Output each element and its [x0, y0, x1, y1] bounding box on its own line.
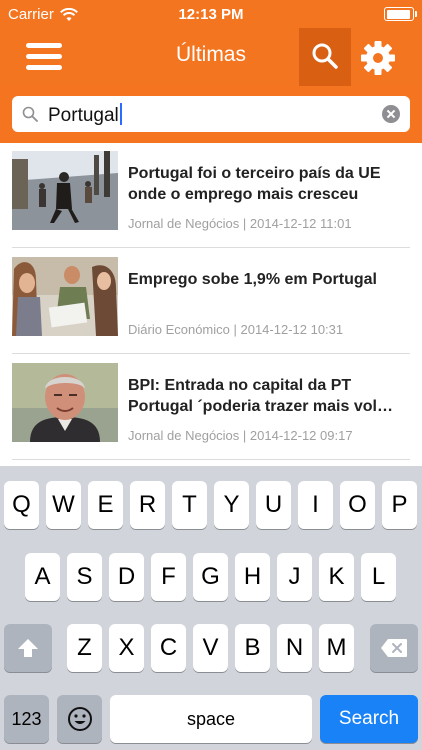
divider [12, 247, 410, 248]
key-g[interactable]: G [193, 553, 228, 601]
key-a[interactable]: A [25, 553, 60, 601]
article-title: BPI: Entrada no capital da PT Portugal ´… [128, 377, 393, 415]
list-item[interactable]: Emprego sobe 1,9% em Portugal Diário Eco… [0, 249, 422, 354]
key-t[interactable]: T [172, 481, 207, 529]
numbers-key[interactable]: 123 [4, 695, 49, 743]
search-value-wrap: Portugal [48, 103, 122, 127]
header: Carrier 12:13 PM Últimas [0, 0, 422, 86]
article-source: Diário Económico [128, 322, 230, 337]
key-b[interactable]: B [235, 624, 270, 672]
key-o[interactable]: O [340, 481, 375, 529]
key-z[interactable]: Z [67, 624, 102, 672]
gear-icon[interactable] [360, 40, 396, 76]
key-u[interactable]: U [256, 481, 291, 529]
shift-key[interactable] [4, 624, 52, 672]
article-meta: Jornal de Negócios | 2014-12-12 11:01 [128, 216, 352, 231]
search-bar: Portugal [0, 86, 422, 143]
divider [12, 459, 410, 460]
article-meta: Jornal de Negócios | 2014-12-12 09:17 [128, 428, 353, 443]
key-h[interactable]: H [235, 553, 270, 601]
battery-fill [386, 9, 411, 19]
key-y[interactable]: Y [214, 481, 249, 529]
search-key[interactable]: Search [320, 695, 418, 743]
magnifier-icon [22, 106, 38, 122]
list-item[interactable]: BPI: Entrada no capital da PT Portugal ´… [0, 355, 422, 460]
status-time: 12:13 PM [178, 6, 244, 23]
emoji-key[interactable] [57, 695, 102, 743]
key-q[interactable]: Q [4, 481, 39, 529]
article-title: Portugal foi o terceiro país da UE onde … [128, 165, 381, 203]
article-source: Jornal de Negócios [128, 216, 240, 231]
search-icon [312, 43, 338, 69]
article-meta: Diário Económico | 2014-12-12 10:31 [128, 322, 344, 337]
status-bar: Carrier 12:13 PM [0, 0, 422, 28]
key-s[interactable]: S [67, 553, 102, 601]
key-f[interactable]: F [151, 553, 186, 601]
keyboard: Q W E R T Y U I O P A S D F G H J K L Z … [0, 466, 422, 750]
page-title: Últimas [175, 43, 246, 66]
article-date: 2014-12-12 10:31 [240, 322, 344, 337]
search-input[interactable]: Portugal [12, 96, 410, 132]
key-d[interactable]: D [109, 553, 144, 601]
key-p[interactable]: P [382, 481, 417, 529]
delete-key[interactable] [370, 624, 418, 672]
key-m[interactable]: M [319, 624, 354, 672]
list-item[interactable]: Portugal foi o terceiro país da UE onde … [0, 143, 422, 248]
article-thumbnail [12, 151, 118, 230]
key-x[interactable]: X [109, 624, 144, 672]
divider [12, 353, 410, 354]
article-date: 2014-12-12 09:17 [249, 428, 353, 443]
article-thumbnail [12, 257, 118, 336]
text-cursor [119, 103, 122, 125]
nav-bar: Últimas [0, 28, 422, 86]
key-i[interactable]: I [298, 481, 333, 529]
article-title: Emprego sobe 1,9% em Portugal [128, 271, 377, 288]
article-source: Jornal de Negócios [128, 428, 240, 443]
article-date: 2014-12-12 11:01 [249, 216, 352, 231]
space-key[interactable]: space [110, 695, 312, 743]
app-screen: Carrier 12:13 PM Últimas Portugal Portug… [0, 0, 422, 750]
key-r[interactable]: R [130, 481, 165, 529]
key-j[interactable]: J [277, 553, 312, 601]
hamburger-icon[interactable] [26, 41, 62, 71]
news-list: Portugal foi o terceiro país da UE onde … [0, 143, 422, 466]
key-e[interactable]: E [88, 481, 123, 529]
shift-arrow-icon [18, 639, 38, 657]
key-w[interactable]: W [46, 481, 81, 529]
key-c[interactable]: C [151, 624, 186, 672]
search-button[interactable] [299, 28, 351, 86]
battery-icon [384, 7, 417, 21]
key-v[interactable]: V [193, 624, 228, 672]
article-thumbnail [12, 363, 118, 442]
key-n[interactable]: N [277, 624, 312, 672]
search-value: Portugal [48, 105, 119, 126]
key-k[interactable]: K [319, 553, 354, 601]
backspace-icon [381, 639, 407, 657]
emoji-icon [67, 707, 92, 731]
clear-search-icon[interactable] [382, 105, 400, 123]
key-l[interactable]: L [361, 553, 396, 601]
